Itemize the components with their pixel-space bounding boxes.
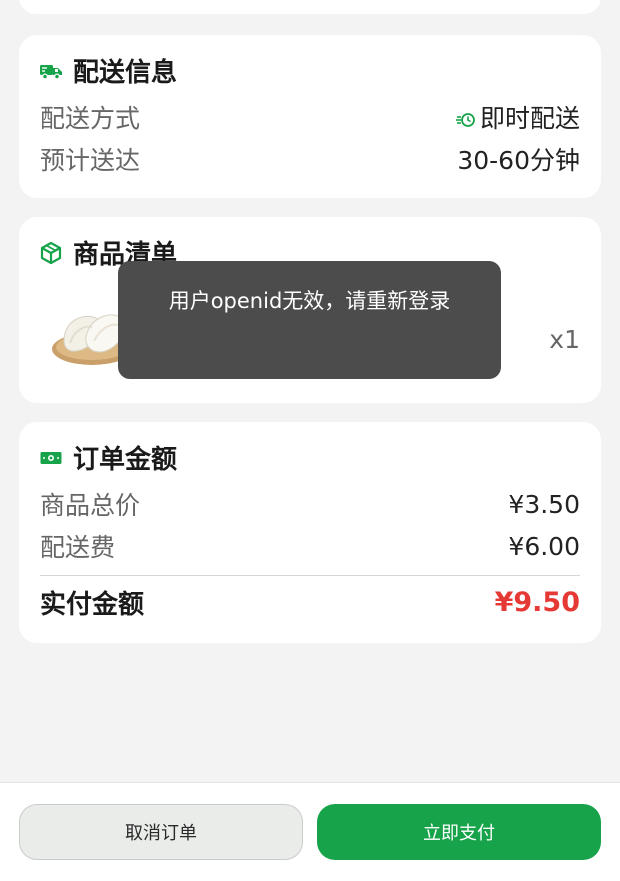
package-box-icon xyxy=(39,241,63,265)
previous-card xyxy=(19,0,601,14)
amount-divider xyxy=(40,575,580,576)
delivery-method-text: 即时配送 xyxy=(479,104,580,133)
total-value: ¥9.50 xyxy=(494,587,580,618)
shipping-fee-row: 配送费 ¥6.00 xyxy=(40,528,580,564)
order-amount-title: 订单金额 xyxy=(39,439,177,476)
total-row: 实付金额 ¥9.50 xyxy=(40,584,580,621)
delivery-method-label: 配送方式 xyxy=(40,104,141,133)
order-amount-title-text: 订单金额 xyxy=(73,445,178,475)
cancel-order-button[interactable]: 取消订单 xyxy=(19,804,303,860)
delivery-info-title-text: 配送信息 xyxy=(73,58,178,88)
delivery-info-title: 配送信息 xyxy=(39,52,177,89)
money-bill-icon xyxy=(39,446,63,470)
subtotal-label: 商品总价 xyxy=(40,491,141,520)
product-quantity: x1 xyxy=(549,325,580,354)
bottom-action-bar: 取消订单 立即支付 xyxy=(0,782,620,881)
shipping-fee-value: ¥6.00 xyxy=(508,531,580,561)
clock-speed-icon xyxy=(455,107,476,127)
error-toast: 用户openid无效，请重新登录 xyxy=(118,261,501,379)
subtotal-row: 商品总价 ¥3.50 xyxy=(40,486,580,522)
delivery-info-card: 配送信息 配送方式 即时配送 预计送达 30-60分钟 xyxy=(19,35,601,198)
delivery-eta-label: 预计送达 xyxy=(40,146,141,175)
total-label: 实付金额 xyxy=(40,590,145,620)
delivery-eta-row: 预计送达 30-60分钟 xyxy=(40,141,580,177)
delivery-eta-value: 30-60分钟 xyxy=(457,146,580,175)
delivery-method-row: 配送方式 即时配送 xyxy=(40,99,580,135)
delivery-truck-icon xyxy=(39,59,63,83)
shipping-fee-label: 配送费 xyxy=(40,533,116,562)
subtotal-value: ¥3.50 xyxy=(508,489,580,519)
order-amount-card: 订单金额 商品总价 ¥3.50 配送费 ¥6.00 实付金额 ¥9.50 xyxy=(19,422,601,643)
pay-now-button[interactable]: 立即支付 xyxy=(317,804,601,860)
delivery-method-value: 即时配送 xyxy=(455,99,580,135)
